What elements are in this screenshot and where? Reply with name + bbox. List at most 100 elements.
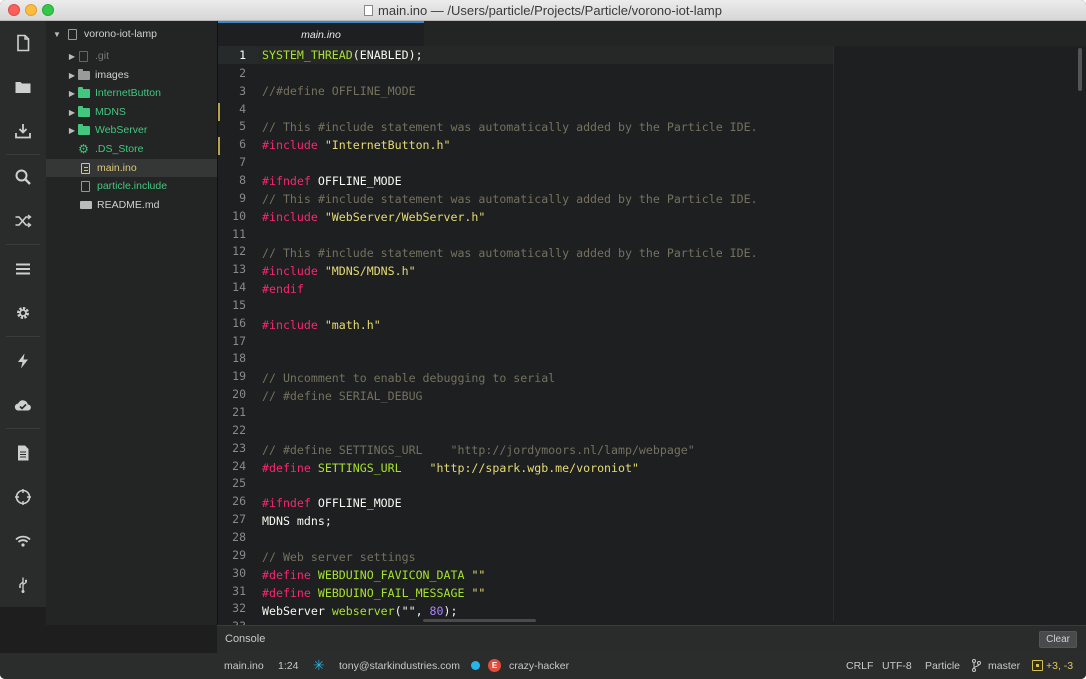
file-icon	[79, 180, 92, 192]
gear-icon: ⚙	[78, 141, 89, 156]
wrap-guide	[833, 46, 834, 621]
line-number[interactable]: 28	[218, 528, 258, 546]
tree-item-mdns[interactable]: ▶ MDNS	[46, 103, 217, 121]
divider	[6, 244, 40, 245]
line-number[interactable]: 19	[218, 367, 258, 385]
tree-item-particle-include[interactable]: particle.include	[46, 177, 217, 195]
horizontal-scrollbar[interactable]	[423, 619, 536, 622]
git-button[interactable]	[0, 199, 46, 243]
line-number[interactable]: 11	[218, 225, 258, 243]
line-number[interactable]: 8	[218, 171, 258, 189]
code-line: #define WEBDUINO_FAVICON_DATA ""	[262, 568, 486, 582]
tree-item-git[interactable]: ▶ .git	[46, 47, 217, 65]
line-number[interactable]: 1	[218, 46, 258, 64]
line-number[interactable]: 18	[218, 349, 258, 367]
shuffle-icon	[15, 214, 32, 228]
tree-item-label: README.md	[97, 199, 160, 211]
menu-button[interactable]	[0, 247, 46, 291]
tree-item-internetbutton[interactable]: ▶ InternetButton	[46, 84, 217, 102]
tree-item-images[interactable]: ▶ images	[46, 66, 217, 84]
code-editor[interactable]: main.ino 1 2 3 4 5 6 7 8 9 10 11 12 13 14 15 16 17 18 19 20…	[217, 21, 1086, 633]
tree-item-ds-store[interactable]: ⚙ .DS_Store	[46, 140, 217, 158]
line-number[interactable]: 10	[218, 207, 258, 225]
tree-item-readme[interactable]: README.md	[46, 196, 217, 214]
status-diff[interactable]: +3, -3	[1046, 660, 1073, 672]
serial-monitor-button[interactable]	[0, 563, 46, 607]
chevron-right-icon: ▶	[68, 51, 76, 61]
line-number[interactable]: 17	[218, 332, 258, 350]
open-folder-button[interactable]	[0, 65, 46, 109]
search-icon	[15, 169, 31, 185]
target-device-button[interactable]	[0, 475, 46, 519]
tree-item-webserver[interactable]: ▶ WebServer	[46, 121, 217, 139]
search-button[interactable]	[0, 155, 46, 199]
line-number[interactable]: 14	[218, 278, 258, 296]
code-area[interactable]: SYSTEM_THREAD(ENABLED); //#define OFFLIN…	[262, 46, 832, 621]
line-number[interactable]: 2	[218, 64, 258, 82]
code-line: #define WEBDUINO_FAIL_MESSAGE ""	[262, 586, 486, 600]
folder-icon	[77, 68, 90, 81]
tab-main-ino[interactable]: main.ino	[218, 21, 424, 46]
file-icon	[17, 34, 30, 52]
code-line: #endif	[262, 282, 304, 296]
status-file[interactable]: main.ino	[224, 660, 264, 672]
status-cursor-position[interactable]: 1:24	[278, 660, 298, 672]
line-number[interactable]: 21	[218, 403, 258, 421]
code-line: #include "MDNS/MDNS.h"	[262, 264, 416, 278]
diff-icon	[1032, 660, 1043, 671]
tree-item-main-ino[interactable]: main.ino	[46, 159, 217, 177]
line-number[interactable]: 27	[218, 510, 258, 528]
line-number[interactable]: 29	[218, 546, 258, 564]
status-line-ending[interactable]: CRLF	[846, 660, 873, 672]
status-grammar[interactable]: Particle	[925, 660, 960, 672]
line-number[interactable]: 24	[218, 457, 258, 475]
status-branch[interactable]: master	[988, 660, 1020, 672]
line-number[interactable]: 7	[218, 153, 258, 171]
settings-button[interactable]	[0, 291, 46, 335]
device-badge: E	[488, 659, 501, 672]
tree-root-label: vorono-iot-lamp	[84, 28, 157, 40]
divider	[6, 336, 40, 337]
wifi-setup-button[interactable]	[0, 519, 46, 563]
line-number[interactable]: 15	[218, 296, 258, 314]
verify-button[interactable]	[0, 383, 46, 427]
tree-item-label: MDNS	[95, 106, 126, 118]
line-number[interactable]: 9	[218, 189, 258, 207]
line-number[interactable]: 20	[218, 385, 258, 403]
status-encoding[interactable]: UTF-8	[882, 660, 912, 672]
line-number[interactable]: 13	[218, 260, 258, 278]
line-number[interactable]: 16	[218, 314, 258, 332]
line-number[interactable]: 12	[218, 242, 258, 260]
docs-button[interactable]	[0, 431, 46, 475]
code-line: // Web server settings	[262, 550, 416, 564]
tree-item-label: InternetButton	[95, 87, 161, 99]
line-number[interactable]: 3	[218, 82, 258, 100]
chevron-right-icon: ▶	[68, 125, 76, 135]
code-line: // #define SERIAL_DEBUG	[262, 389, 423, 403]
line-number[interactable]: 23	[218, 439, 258, 457]
vertical-scrollbar[interactable]	[1078, 48, 1082, 91]
line-number[interactable]: 5	[218, 117, 258, 135]
new-file-button[interactable]	[0, 21, 46, 65]
line-number[interactable]: 30	[218, 564, 258, 582]
line-number[interactable]: 26	[218, 492, 258, 510]
flash-icon	[18, 353, 28, 369]
line-number[interactable]: 25	[218, 474, 258, 492]
line-number[interactable]: 6	[218, 135, 258, 153]
status-user[interactable]: tony@starkindustries.com	[339, 660, 460, 672]
tree-root[interactable]: ▼ vorono-iot-lamp	[46, 25, 217, 43]
git-modified-marker	[218, 103, 220, 121]
line-number[interactable]: 4	[218, 100, 258, 118]
code-line: MDNS mdns;	[262, 514, 332, 528]
console-panel: Console Clear	[217, 625, 1086, 653]
clear-console-button[interactable]: Clear	[1039, 631, 1077, 648]
status-device[interactable]: crazy-hacker	[509, 660, 569, 672]
flash-button[interactable]	[0, 339, 46, 383]
line-number[interactable]: 32	[218, 599, 258, 617]
save-button[interactable]	[0, 109, 46, 153]
tree-item-label: WebServer	[95, 124, 148, 136]
line-number[interactable]: 31	[218, 582, 258, 600]
menu-icon	[16, 263, 30, 275]
line-number[interactable]: 22	[218, 421, 258, 439]
device-online-icon	[471, 661, 480, 670]
